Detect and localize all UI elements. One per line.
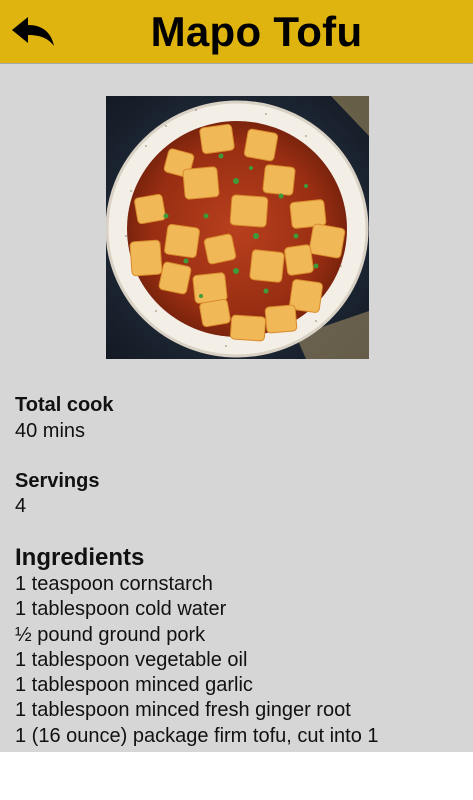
- ingredient-item: 1 teaspoon cornstarch: [15, 573, 213, 595]
- ingredients-title: Ingredients: [15, 544, 145, 571]
- ingredient-item: 1 tablespoon minced garlic: [15, 674, 253, 697]
- total-cook-label: Total cook: [15, 394, 114, 416]
- servings-value: 4: [15, 495, 27, 517]
- ingredients-list: 1 teaspoon cornstarch 1 tablespoon cold …: [15, 572, 465, 749]
- ingredient-item: 1 (16 ounce) package firm tofu, cut into…: [15, 724, 379, 747]
- page-title: Mapo Tofu: [150, 8, 363, 55]
- recipe-content[interactable]: Total cook 40 mins Servings 4 Ingredient…: [0, 64, 473, 752]
- ingredient-item: 1 tablespoon vegetable oil: [15, 648, 248, 671]
- servings-label: Servings: [15, 470, 100, 492]
- total-cook-value: 40 mins: [15, 420, 86, 442]
- ingredient-item: 1 tablespoon cold water: [15, 598, 227, 621]
- ingredient-item: ½ pound ground pork: [15, 623, 206, 646]
- ingredient-item: 1 tablespoon minced fresh ginger root: [15, 699, 351, 722]
- app-header: Mapo Tofu: [0, 0, 473, 64]
- recipe-photo: [106, 96, 369, 359]
- recipe-screen: Mapo Tofu Total cook 40 mins Servings 4 …: [0, 0, 473, 800]
